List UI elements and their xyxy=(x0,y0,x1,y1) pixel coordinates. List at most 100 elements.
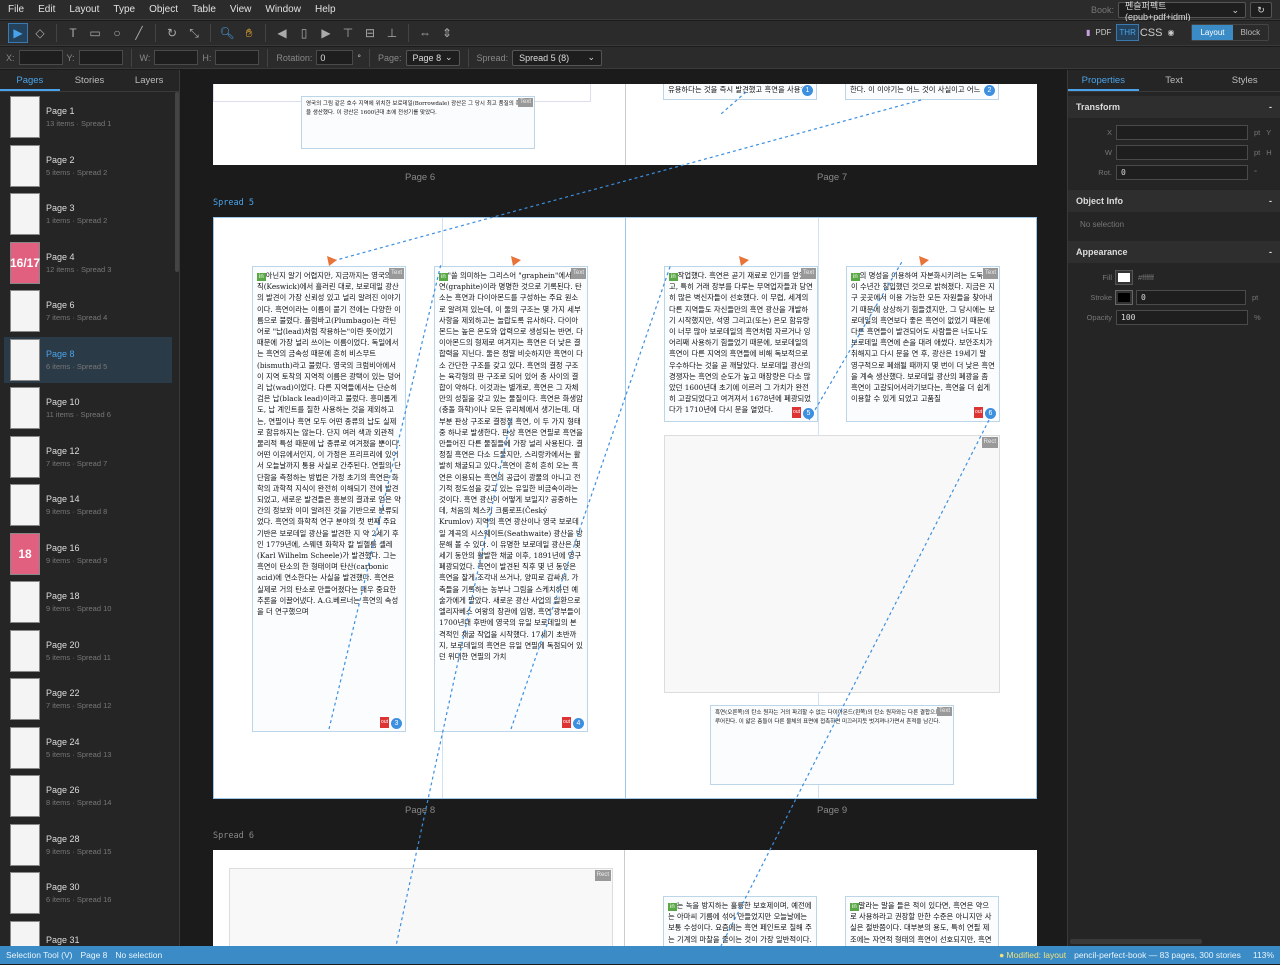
object-info-section-header[interactable]: Object Info - xyxy=(1068,190,1280,212)
align-left-icon[interactable]: ◀ xyxy=(272,23,292,43)
thr-button[interactable]: THR xyxy=(1116,24,1139,41)
x-field[interactable] xyxy=(1116,124,1248,140)
refresh-button[interactable]: ↻ xyxy=(1250,2,1272,18)
section-title: Object Info xyxy=(1076,196,1123,206)
align-middle-icon[interactable]: ⊟ xyxy=(360,23,380,43)
page-thumbnail xyxy=(10,678,40,720)
stroke-swatch[interactable] xyxy=(1115,289,1133,305)
page-list-item[interactable]: Page 20 5 items · Spread 11 xyxy=(4,628,172,674)
menu-edit[interactable]: Edit xyxy=(38,4,55,15)
transform-section-header[interactable]: Transform - xyxy=(1068,96,1280,118)
fill-swatch[interactable] xyxy=(1115,269,1133,285)
stroke-width-field[interactable]: 0 xyxy=(1136,289,1246,305)
page-name: Page 8 xyxy=(46,348,75,359)
eye-icon[interactable]: ◉ xyxy=(1167,28,1174,37)
page-list-item[interactable]: Page 6 7 items · Spread 4 xyxy=(4,288,172,334)
page-list-item[interactable]: Page 2 5 items · Spread 2 xyxy=(4,143,172,189)
tab-pages[interactable]: Pages xyxy=(0,70,60,91)
spread-select[interactable]: Spread 5 (8) ⌄ xyxy=(512,49,603,66)
arrow-head-icon xyxy=(739,256,749,266)
zoom-tool-icon[interactable]: 🔍︎ xyxy=(217,23,237,43)
rotate-tool-icon[interactable]: ↻ xyxy=(162,23,182,43)
story-thread-connectors xyxy=(327,91,990,946)
page-list-item[interactable]: Page 18 9 items · Spread 10 xyxy=(4,579,172,625)
align-top-icon[interactable]: ⊤ xyxy=(338,23,358,43)
page-list-item[interactable]: Page 22 7 items · Spread 12 xyxy=(4,676,172,722)
distribute-horizontal-icon[interactable]: ⇔ xyxy=(415,23,435,43)
y-label: Y xyxy=(1266,127,1272,137)
menu-layout[interactable]: Layout xyxy=(69,4,99,15)
selection-tool-icon[interactable]: ▶ xyxy=(8,23,28,43)
page-list-item[interactable]: 16/17 Page 4 12 items · Spread 3 xyxy=(4,240,172,286)
align-right-icon[interactable]: ▶ xyxy=(316,23,336,43)
menu-file[interactable]: File xyxy=(8,4,24,15)
rectangle-tool-icon[interactable]: ▭ xyxy=(85,23,105,43)
collapse-icon[interactable]: - xyxy=(1269,247,1272,257)
hand-tool-icon[interactable]: ✋︎ xyxy=(239,23,259,43)
direct-select-icon[interactable]: ◇ xyxy=(30,23,50,43)
page-list-item[interactable]: Page 12 7 items · Spread 7 xyxy=(4,434,172,480)
page-list-item[interactable]: Page 24 5 items · Spread 13 xyxy=(4,725,172,771)
thread-line xyxy=(720,91,747,115)
rotation-field[interactable]: 0 xyxy=(1116,164,1248,180)
align-center-icon[interactable]: ▯ xyxy=(294,23,314,43)
page-thumbnail xyxy=(10,726,40,769)
line-tool-icon[interactable]: ╱ xyxy=(129,23,149,43)
layout-mode-button[interactable]: Layout xyxy=(1192,25,1233,40)
tab-layers[interactable]: Layers xyxy=(119,70,179,91)
page-list-item[interactable]: Page 26 8 items · Spread 14 xyxy=(4,773,172,819)
page-list-item[interactable]: Page 8 6 items · Spread 5 xyxy=(4,336,172,383)
opacity-field[interactable]: 100 xyxy=(1116,309,1248,325)
menu-help[interactable]: Help xyxy=(315,4,336,15)
align-bottom-icon[interactable]: ⊥ xyxy=(382,23,402,43)
page-meta: 12 items · Spread 3 xyxy=(46,264,112,274)
page-list-item[interactable]: Page 28 9 items · Spread 15 xyxy=(4,822,172,868)
tab-properties[interactable]: Properties xyxy=(1068,70,1139,91)
page-meta: 11 items · Spread 6 xyxy=(46,410,111,419)
page-meta: 9 items · Spread 8 xyxy=(46,507,108,516)
thread-line xyxy=(328,263,442,730)
page-list-item[interactable]: Page 10 11 items · Spread 6 xyxy=(4,385,172,431)
w-field[interactable] xyxy=(1116,144,1248,160)
page-select[interactable]: Page 8 ⌄ xyxy=(405,49,460,66)
page-thumbnail xyxy=(10,435,40,478)
page-list-item[interactable]: Page 30 6 items · Spread 16 xyxy=(4,870,172,916)
y-input[interactable] xyxy=(78,50,123,65)
distribute-vertical-icon[interactable]: ⇕ xyxy=(437,23,457,43)
page-list-item[interactable]: 18 Page 16 9 items · Spread 9 xyxy=(4,531,172,577)
block-mode-button[interactable]: Block xyxy=(1233,25,1269,40)
book-select[interactable]: 펜슬퍼펙트 (epub+pdf+idml) ⌄ xyxy=(1118,1,1246,22)
page-list-scrollbar[interactable] xyxy=(175,92,179,272)
page-meta: 6 items · Spread 5 xyxy=(46,361,108,371)
collapse-icon[interactable]: - xyxy=(1269,196,1272,206)
menu-window[interactable]: Window xyxy=(265,4,301,15)
collapse-icon[interactable]: - xyxy=(1269,102,1272,112)
panel-scrollbar[interactable] xyxy=(1070,939,1202,944)
menu-object[interactable]: Object xyxy=(149,4,178,15)
layout-canvas[interactable]: 영국의 그림 같은 호수 지역에 위치한 보로데일(Borrowdale) 광산… xyxy=(181,84,1066,946)
scale-tool-icon[interactable]: ⤡ xyxy=(184,23,204,43)
page-thumbnail xyxy=(10,338,40,381)
menu-table[interactable]: Table xyxy=(192,4,216,15)
export-icon[interactable]: ▮ xyxy=(1086,28,1090,37)
h-input[interactable] xyxy=(215,50,260,65)
tab-text[interactable]: Text xyxy=(1139,70,1210,91)
css-button[interactable]: CSS xyxy=(1140,27,1163,39)
page-list-item[interactable]: Page 14 9 items · Spread 8 xyxy=(4,482,172,528)
page-list-item[interactable]: Page 1 13 items · Spread 1 xyxy=(4,94,172,140)
tab-stories[interactable]: Stories xyxy=(60,70,120,91)
pdf-button[interactable]: PDF xyxy=(1095,28,1111,37)
text-tool-icon[interactable]: T xyxy=(63,23,83,43)
menu-view[interactable]: View xyxy=(230,4,252,15)
page-list-item[interactable]: Page 3 1 items · Spread 2 xyxy=(4,191,172,237)
w-input[interactable] xyxy=(154,50,199,65)
menu-type[interactable]: Type xyxy=(113,4,135,15)
ellipse-tool-icon[interactable]: ○ xyxy=(107,23,127,43)
rotation-input[interactable]: 0 xyxy=(316,50,354,65)
x-input[interactable] xyxy=(18,50,63,65)
stroke-label: Stroke xyxy=(1090,292,1112,302)
appearance-section-header[interactable]: Appearance - xyxy=(1068,241,1280,263)
tab-styles[interactable]: Styles xyxy=(1209,70,1280,91)
chevron-down-icon: ⌄ xyxy=(587,52,596,62)
h-label: H xyxy=(1266,147,1272,157)
